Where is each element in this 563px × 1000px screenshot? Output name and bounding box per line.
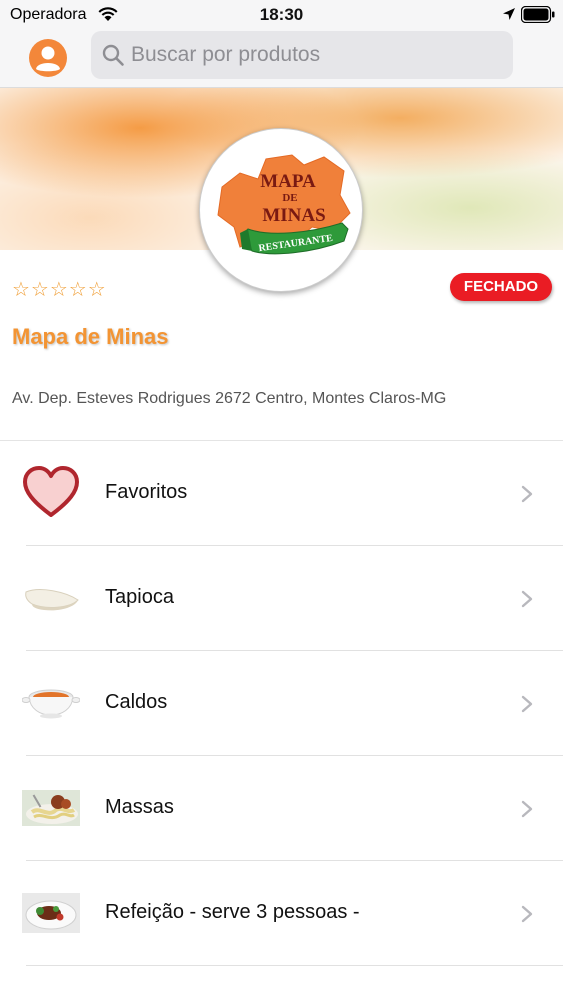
- row-divider: [26, 965, 563, 966]
- meal-thumbnail: [22, 893, 80, 933]
- battery-icon: [521, 6, 555, 23]
- category-row-caldos[interactable]: Caldos: [0, 651, 563, 756]
- top-navigation-bar: [0, 30, 563, 88]
- logo-text-line3: MINAS: [262, 205, 325, 226]
- user-icon: [36, 46, 60, 72]
- category-label: Caldos: [105, 691, 168, 713]
- tapioca-thumbnail: [25, 589, 79, 611]
- search-input[interactable]: [131, 31, 501, 79]
- category-label: Favoritos: [105, 481, 188, 503]
- chevron-right-icon: [521, 485, 533, 503]
- category-list: Favoritos Tapioca Caldos Massas Refeição…: [0, 441, 563, 966]
- search-icon: [102, 44, 124, 66]
- logo-text-line1: MAPA: [260, 171, 316, 192]
- category-label: Tapioca: [105, 586, 174, 608]
- category-label: Massas: [105, 796, 174, 818]
- chevron-right-icon: [521, 695, 533, 713]
- clock-time: 18:30: [259, 5, 304, 24]
- chevron-right-icon: [521, 905, 533, 923]
- category-row-refeicao[interactable]: Refeição - serve 3 pessoas -: [0, 861, 563, 966]
- store-name: Mapa de Minas: [12, 324, 169, 349]
- search-bar[interactable]: [91, 31, 513, 79]
- mapa-de-minas-logo: MAPA DE MINAS RESTAURANTE: [217, 154, 351, 255]
- soup-bowl-thumbnail: [22, 689, 80, 719]
- pasta-thumbnail: [22, 790, 80, 826]
- status-bar: Operadora 18:30: [0, 0, 563, 30]
- chevron-right-icon: [521, 800, 533, 818]
- rating-stars: ☆☆☆☆☆: [12, 279, 107, 301]
- store-status-badge: FECHADO: [450, 273, 552, 301]
- store-logo: MAPA DE MINAS RESTAURANTE: [199, 128, 363, 292]
- chevron-right-icon: [521, 590, 533, 608]
- logo-text-line2: DE: [282, 192, 297, 204]
- location-arrow-icon: [503, 8, 515, 20]
- category-row-favoritos[interactable]: Favoritos: [0, 441, 563, 546]
- store-address: Av. Dep. Esteves Rodrigues 2672 Centro, …: [12, 390, 447, 407]
- category-row-tapioca[interactable]: Tapioca: [0, 546, 563, 651]
- category-label: Refeição - serve 3 pessoas -: [105, 901, 360, 923]
- heart-icon: [23, 466, 79, 517]
- category-row-massas[interactable]: Massas: [0, 756, 563, 861]
- user-profile-button[interactable]: [29, 39, 67, 77]
